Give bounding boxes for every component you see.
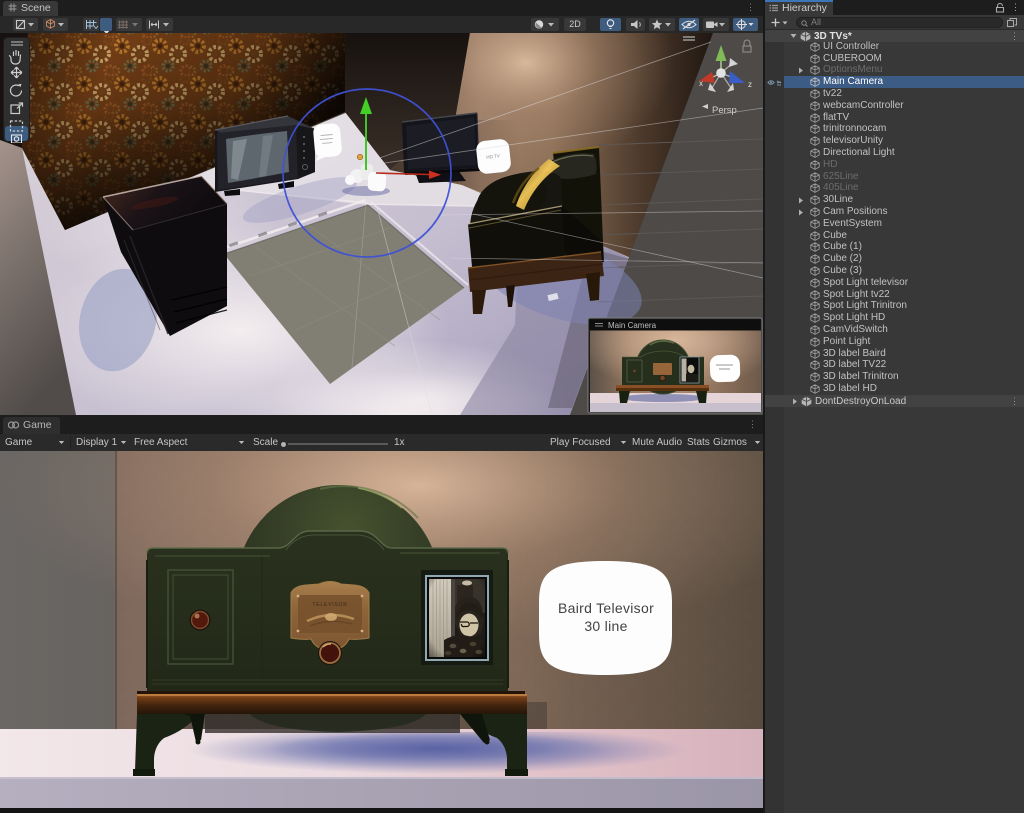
svg-text:Baird Televisor: Baird Televisor xyxy=(558,600,654,616)
svg-text:TELEVISOR: TELEVISOR xyxy=(312,602,347,608)
svg-text:Main Camera: Main Camera xyxy=(608,321,657,330)
svg-text:30 line: 30 line xyxy=(584,618,627,634)
svg-text:z: z xyxy=(748,80,752,89)
svg-text:Persp: Persp xyxy=(712,105,737,116)
svg-text:x: x xyxy=(699,79,703,88)
